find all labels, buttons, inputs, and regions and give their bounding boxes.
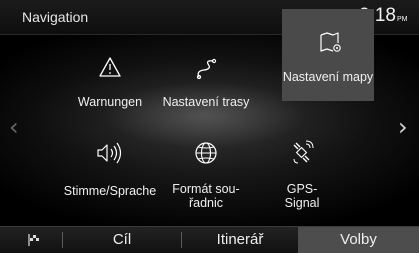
tile-label: GPS- Signal: [248, 182, 356, 210]
clock-ampm: PM: [396, 16, 408, 23]
tile-nastaveni-mapy[interactable]: Nastavení mapy: [282, 9, 374, 101]
settings-menu: ‹ › Warnungen Nastavení trasy Nastavení …: [0, 9, 419, 226]
satellite-icon: [293, 140, 314, 164]
tab-flag[interactable]: [0, 227, 62, 253]
tile-label: Formát sou- řadnic: [152, 182, 260, 210]
map-settings-icon: [320, 32, 341, 52]
tile-label-line1: GPS-: [286, 182, 318, 196]
globe-icon: [195, 142, 217, 164]
tile-warnungen[interactable]: Warnungen: [62, 45, 158, 137]
page-title: Navigation: [22, 9, 89, 25]
tab-itinerar[interactable]: Itinerář: [182, 227, 298, 253]
bottom-tab-bar: Cíl Itinerář Volby: [0, 226, 419, 253]
tile-label-line2: Signal: [284, 196, 320, 210]
tile-format-souradnic[interactable]: Formát sou- řadnic: [158, 139, 254, 231]
tile-label: Nastavení trasy: [162, 95, 250, 109]
tile-gps-signal[interactable]: GPS- Signal: [254, 139, 350, 231]
previous-page-arrow-icon[interactable]: ‹: [9, 115, 19, 139]
tab-cil[interactable]: Cíl: [63, 227, 181, 253]
tile-label-line1: Formát sou-: [172, 182, 240, 196]
checkered-flag-icon: [28, 234, 39, 246]
tile-label: Warnungen: [77, 95, 143, 109]
warning-triangle-icon: [99, 57, 121, 77]
tile-label: Nastavení mapy: [282, 70, 374, 84]
tile-label: Stimme/Sprache: [63, 184, 157, 198]
tile-label-line2: řadnic: [188, 196, 224, 210]
route-icon: [196, 58, 217, 80]
speaker-icon: [97, 142, 122, 164]
tab-volby[interactable]: Volby: [298, 227, 419, 253]
next-page-arrow-icon[interactable]: ›: [398, 115, 408, 139]
tile-nastaveni-trasy[interactable]: Nastavení trasy: [158, 45, 254, 137]
tile-stimme-sprache[interactable]: Stimme/Sprache: [62, 139, 158, 231]
